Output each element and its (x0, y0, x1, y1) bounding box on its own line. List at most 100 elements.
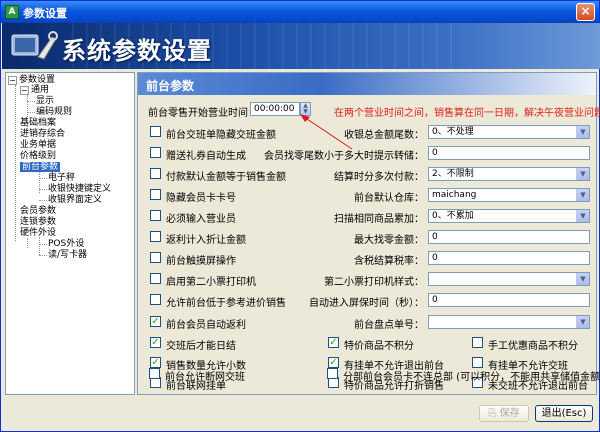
tree-item-inventory[interactable]: 进销存综合 (20, 129, 65, 140)
close-button[interactable]: × (576, 3, 595, 21)
check-label: 前台交班单隐藏交班金额 (166, 130, 276, 141)
checkbox-checked[interactable]: ✓ (150, 316, 161, 327)
panel-title: 前台参数 (146, 79, 195, 93)
checkbox-checked[interactable]: ✓ (150, 357, 161, 368)
banner: 系统参数设置 (2, 23, 600, 69)
check-label: 特价商品不积分 (344, 341, 414, 352)
chevron-down-icon[interactable]: ▼ (576, 273, 589, 285)
check-label: 交班后才能日结 (166, 341, 236, 352)
select-field[interactable]: ▼ (428, 315, 590, 329)
collapse-icon[interactable]: − (20, 86, 29, 95)
field-label: 扫描相同商品累加： (334, 214, 424, 225)
front-params-panel: 前台参数 前台零售开始营业时间： 00:00:00 ▲ ▼ 在两个营业时间之间，销… (137, 72, 600, 395)
tree-item-basic-files[interactable]: 基础档案 (20, 118, 56, 129)
checkbox[interactable] (150, 189, 161, 200)
banner-title: 系统参数设置 (62, 36, 212, 65)
tree-item-member[interactable]: 会员参数 (20, 206, 56, 217)
tree-item-display[interactable]: 显示 (36, 96, 54, 107)
check-label: 销售数量允许小数 (166, 361, 246, 372)
checkbox[interactable] (472, 337, 483, 348)
checkbox[interactable] (150, 377, 161, 388)
panel-header: 前台参数 (138, 73, 596, 95)
checkbox[interactable] (472, 377, 483, 388)
text-field[interactable]: 0 (428, 293, 590, 307)
save-button[interactable]: ⎘ 保存 (479, 405, 529, 422)
checkbox-checked[interactable]: ✓ (328, 357, 339, 368)
tree-item-label-selected: 前台参数 (20, 162, 61, 172)
checkbox-checked[interactable]: ✓ (328, 337, 339, 348)
tree-item-card-reader[interactable]: 读/写卡器 (48, 250, 87, 261)
check-label: 隐藏会员卡卡号 (166, 193, 236, 204)
title-bar[interactable]: A 参数设置 × (1, 1, 599, 23)
text-field[interactable]: 0 (428, 251, 590, 265)
text-field[interactable]: 0 (428, 230, 590, 244)
chevron-down-icon[interactable]: ▼ (576, 316, 589, 328)
check-label: 允许前台低于参考进价销售 (166, 298, 286, 309)
check-label: 前台联网挂单 (166, 381, 226, 392)
tree-item-scale[interactable]: 电子秤 (48, 173, 75, 184)
chevron-down-icon[interactable]: ▼ (576, 210, 589, 222)
field-label: 前台盘点单号： (354, 320, 424, 331)
select-value: 2、不限制 (432, 169, 474, 179)
select-field[interactable]: 0、不处理 ▼ (428, 125, 590, 139)
start-time-label: 前台零售开始营业时间： (148, 108, 258, 119)
check-label: 返利计入折让金额 (166, 235, 246, 246)
tree-item-price-levels[interactable]: 价格级别 (20, 151, 56, 162)
check-label: 前台触摸屏操作 (166, 256, 236, 267)
select-field[interactable]: ▼ (428, 272, 590, 286)
tree-item-ui-define[interactable]: 收银界面定义 (48, 195, 102, 206)
field-label: 结算时分多次付款： (334, 172, 424, 183)
select-field[interactable]: maichang ▼ (428, 188, 590, 202)
field-label: 自动进入屏保时间（秒）： (309, 298, 424, 309)
tree-item-hotkeys[interactable]: 收银快捷键定义 (48, 184, 111, 195)
save-label: 保存 (499, 408, 520, 419)
tree-item-chain[interactable]: 连锁参数 (20, 217, 56, 228)
check-label: 前台会员自动返利 (166, 320, 246, 331)
check-label: 必须输入营业员 (166, 214, 236, 225)
wrench-icon (11, 31, 58, 60)
check-label: 赠送礼券自动生成 (166, 151, 246, 162)
checkbox[interactable] (150, 147, 161, 158)
select-value: maichang (432, 190, 477, 200)
select-field[interactable]: 2、不限制 ▼ (428, 167, 590, 181)
tree-item-hardware[interactable]: 硬件外设 (20, 228, 56, 239)
select-value: 0、不处理 (432, 127, 474, 137)
check-label: 未交班不允许退出前台 (488, 381, 588, 392)
field-label: 第二小票打印机样式： (324, 277, 424, 288)
window-title: 参数设置 (23, 7, 67, 20)
checkbox[interactable] (150, 168, 161, 179)
check-label: 手工优惠商品不积分 (488, 341, 578, 352)
checkbox[interactable] (150, 210, 161, 221)
chevron-down-icon[interactable]: ▼ (576, 126, 589, 138)
check-label: 启用第二小票打印机 (166, 277, 256, 288)
text-field[interactable]: 0 (428, 146, 590, 160)
field-label: 收银总金额尾数： (344, 130, 424, 141)
tree-item-label: 参数设置 (19, 75, 56, 85)
select-value: 0、不累加 (432, 211, 474, 221)
exit-button[interactable]: 退出(Esc) (535, 405, 593, 422)
select-field[interactable]: 0、不累加 ▼ (428, 209, 590, 223)
checkbox[interactable] (150, 252, 161, 263)
tree-item-documents[interactable]: 业务单据 (20, 140, 56, 151)
checkbox[interactable] (150, 273, 161, 284)
collapse-icon[interactable]: − (8, 76, 17, 85)
field-label: 会员找零尾数小于多大时提示转储： (264, 151, 424, 162)
settings-tree: −参数设置 −通用 显示 编码规则 基础档案 进销存综合 业务单据 价格级别 −… (5, 72, 135, 395)
check-label: 特价商品允许打折销售 (344, 381, 444, 392)
tree-item-code-rules[interactable]: 编码规则 (36, 107, 72, 118)
app-icon: A (5, 5, 19, 19)
tree-item-general[interactable]: − 通用 (20, 85, 49, 96)
chevron-down-icon[interactable]: ▼ (576, 189, 589, 201)
tree-item-front-params[interactable]: −前台参数 (20, 162, 61, 173)
checkbox[interactable] (328, 377, 339, 388)
field-label: 前台默认仓库： (354, 193, 424, 204)
checkbox[interactable] (150, 294, 161, 305)
tree-item-pos-devices[interactable]: POS外设 (48, 239, 84, 250)
check-label: 有挂单不允许退出前台 (344, 361, 444, 372)
checkbox[interactable] (150, 231, 161, 242)
checkbox-checked[interactable]: ✓ (150, 337, 161, 348)
checkbox[interactable] (150, 126, 161, 137)
chevron-down-icon[interactable]: ▼ (576, 168, 589, 180)
check-label: 付款默认金额等于销售金额 (166, 172, 286, 183)
checkbox[interactable] (472, 357, 483, 368)
